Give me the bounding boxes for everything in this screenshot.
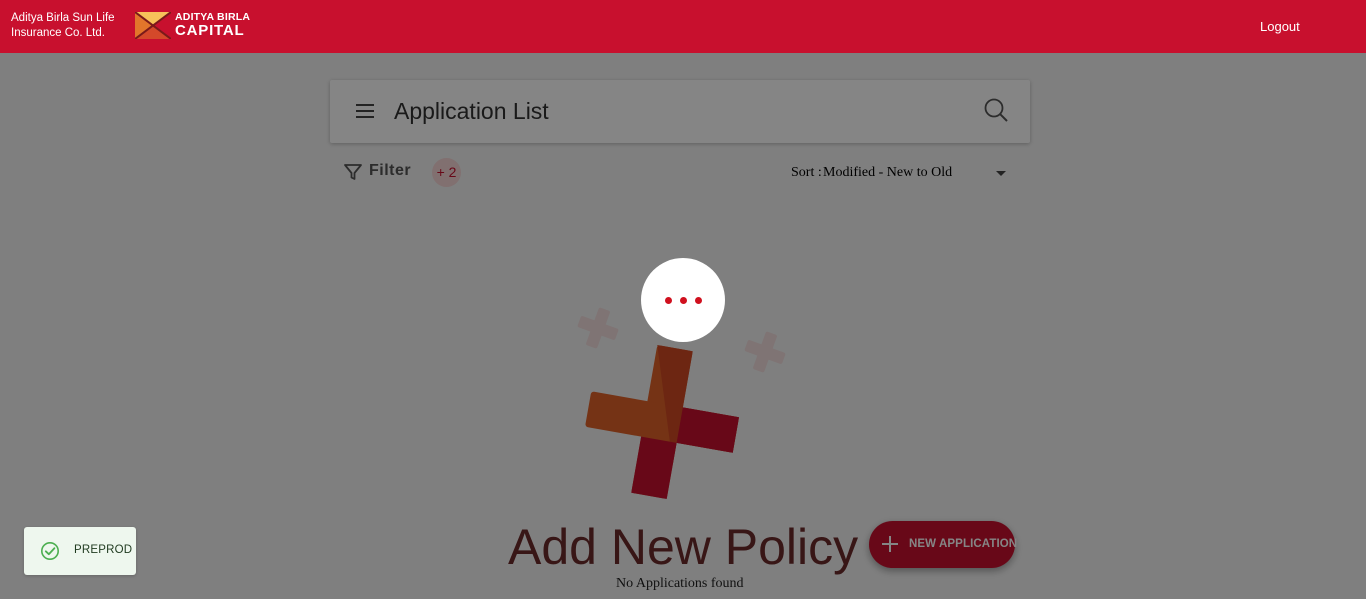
environment-badge: PREPROD [24,527,136,575]
loading-spinner [641,258,725,342]
loading-dot [695,297,702,304]
company-name-line1: Aditya Birla Sun Life [11,12,115,24]
brand-wordmark-line2: CAPITAL [175,22,245,39]
environment-label: PREPROD [74,544,133,556]
company-name: Aditya Birla Sun Life Insurance Co. Ltd. [11,11,115,41]
loading-dots-icon [665,297,672,304]
top-header-bar: Aditya Birla Sun Life Insurance Co. Ltd.… [0,0,1366,53]
company-name-line2: Insurance Co. Ltd. [11,27,105,39]
loading-dot [680,297,687,304]
aditya-birla-logo-icon [135,12,171,39]
logout-link[interactable]: Logout [1260,19,1300,34]
brand-wordmark: ADITYA BIRLA CAPITAL [175,11,250,39]
check-circle-icon [41,542,59,560]
